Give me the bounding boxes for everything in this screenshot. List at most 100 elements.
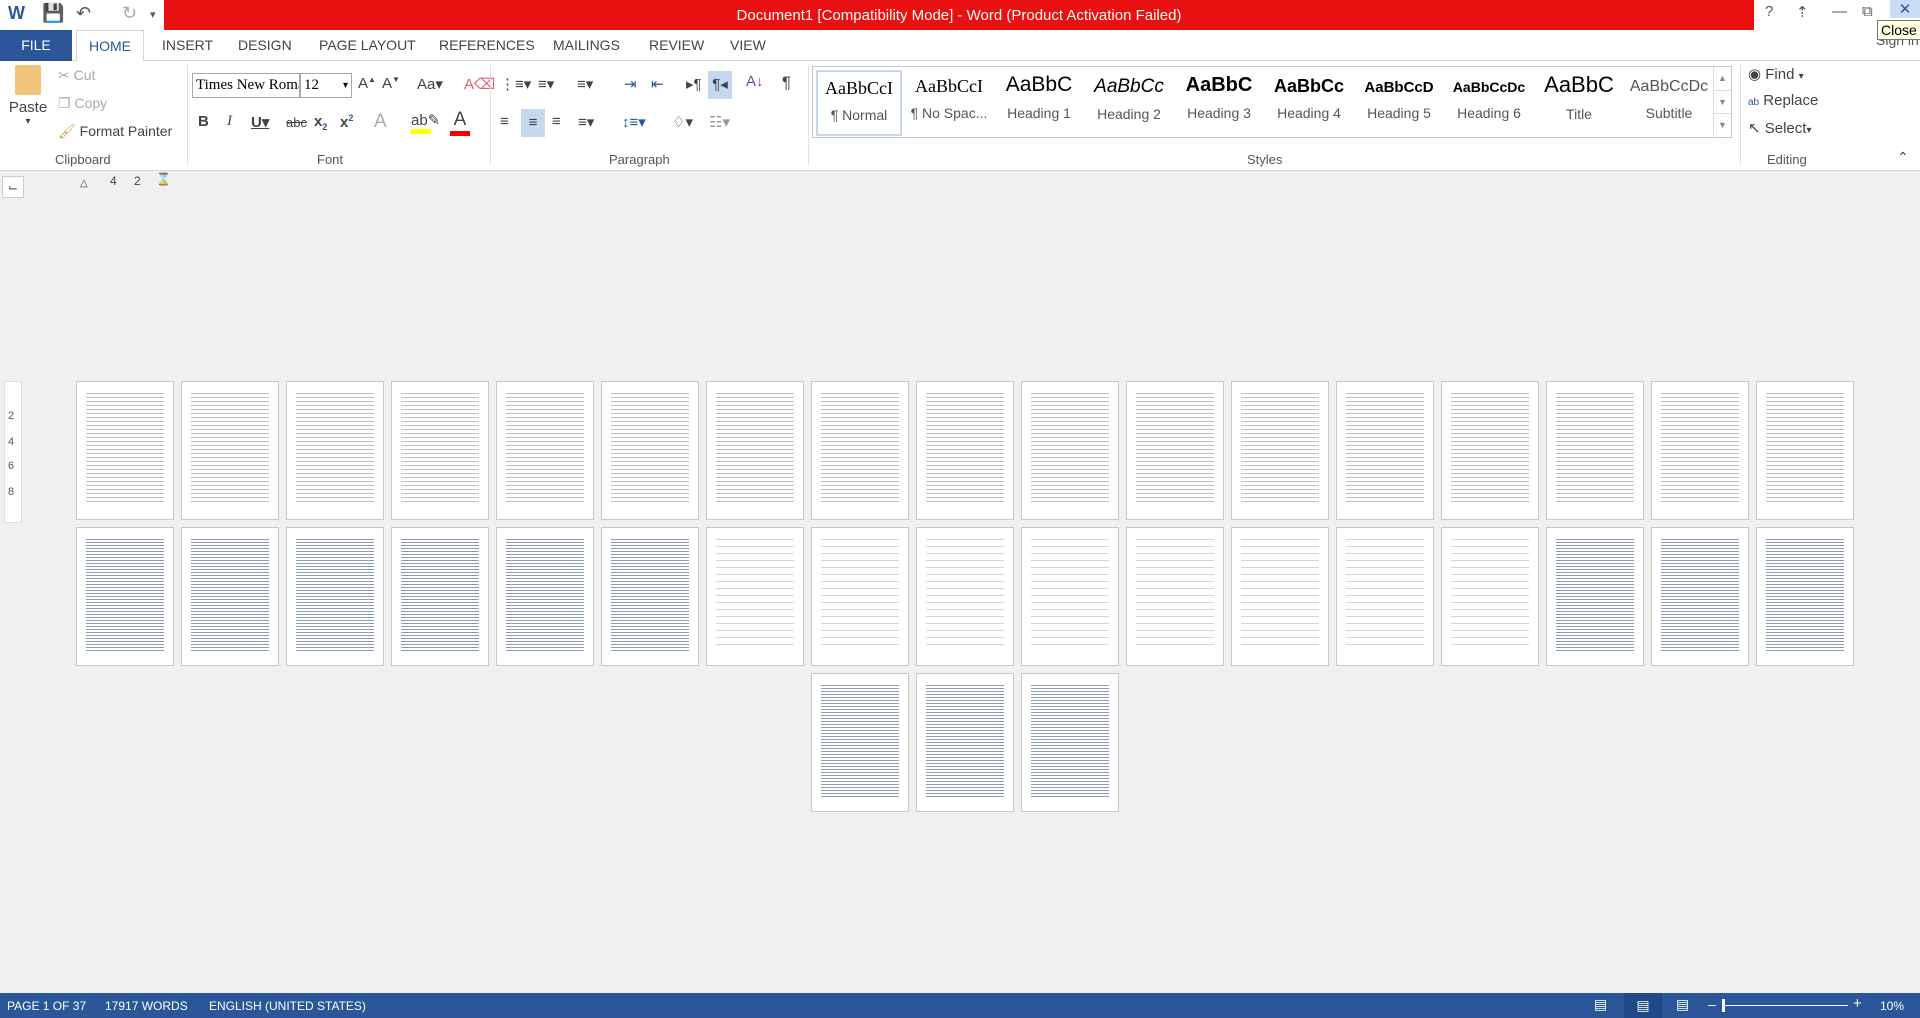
vertical-ruler[interactable]: 2 4 6 8 (4, 381, 22, 523)
copy-button[interactable]: ❐ Copy (58, 95, 107, 112)
text-effects-icon[interactable]: A (374, 111, 387, 133)
tab-view[interactable]: VIEW (718, 30, 778, 61)
page-thumbnail[interactable] (811, 381, 909, 520)
rtl-icon[interactable]: ¶◂ (708, 71, 732, 99)
page-thumbnail[interactable] (1021, 527, 1119, 666)
italic-button[interactable]: I (227, 113, 232, 130)
page-indicator[interactable]: PAGE 1 OF 37 (7, 999, 86, 1013)
page-thumbnail[interactable] (706, 381, 804, 520)
font-name-combo[interactable]: Times New Roman (192, 73, 300, 98)
multilevel-list-icon[interactable]: ≡▾ (577, 75, 593, 93)
page-thumbnail[interactable] (181, 527, 279, 666)
zoom-slider[interactable] (1722, 999, 1848, 1012)
page-thumbnail[interactable] (811, 527, 909, 666)
numbering-icon[interactable]: ≡▾ (538, 75, 554, 93)
page-thumbnail[interactable] (1756, 527, 1854, 666)
print-layout-icon[interactable]: ▤ (1624, 993, 1662, 1018)
page-thumbnail[interactable] (1651, 527, 1749, 666)
scroll-down-icon[interactable]: ▼ (1714, 90, 1731, 113)
page-thumbnail[interactable] (1021, 381, 1119, 520)
tab-review[interactable]: REVIEW (637, 30, 716, 61)
page-thumbnail[interactable] (1546, 527, 1644, 666)
page-thumbnail[interactable] (496, 527, 594, 666)
styles-scroll[interactable]: ▲ ▼ ▼ (1713, 67, 1731, 137)
format-painter-button[interactable]: 🖌 Format Painter (58, 123, 172, 140)
tab-insert[interactable]: INSERT (150, 30, 225, 61)
page-thumbnail[interactable] (1441, 527, 1539, 666)
language-indicator[interactable]: ENGLISH (UNITED STATES) (209, 999, 366, 1013)
line-spacing-icon[interactable]: ↕≡▾ (622, 113, 646, 131)
increase-indent-icon[interactable]: ⇤ (651, 75, 664, 93)
more-styles-icon[interactable]: ▼ (1714, 113, 1731, 136)
tab-references[interactable]: REFERENCES (427, 30, 547, 61)
find-button[interactable]: ◉ Find ▾ (1748, 65, 1804, 83)
left-indent-marker-icon[interactable]: △ (80, 178, 88, 189)
strikethrough-button[interactable]: abc (286, 115, 307, 130)
horizontal-ruler[interactable]: 4 2 ⌛ △ (70, 172, 171, 190)
style-heading-5[interactable]: AaBbCcD Heading 5 (1356, 70, 1442, 136)
undo-icon[interactable]: ↶ (76, 3, 91, 24)
indent-marker-icon[interactable]: ⌛ (156, 172, 171, 186)
shading-icon[interactable]: ♢▾ (672, 113, 693, 131)
tab-design[interactable]: DESIGN (226, 30, 304, 61)
page-thumbnail[interactable] (706, 527, 804, 666)
font-color-button[interactable]: A (450, 109, 470, 136)
paste-dropdown-icon[interactable]: ▾ (8, 116, 48, 127)
font-size-combo[interactable]: 12 ▾ (300, 73, 352, 98)
redo-icon[interactable]: ↻ (122, 3, 137, 24)
close-button[interactable]: ✕ (1890, 0, 1920, 18)
style-heading-4[interactable]: AaBbCc Heading 4 (1266, 70, 1352, 136)
save-icon[interactable]: 💾 (42, 3, 64, 24)
tab-home[interactable]: HOME (76, 30, 144, 62)
tab-file[interactable]: FILE (0, 30, 72, 61)
style-heading-2[interactable]: AaBbCc Heading 2 (1086, 70, 1172, 136)
minimize-button[interactable]: — (1832, 3, 1847, 20)
page-thumbnail[interactable] (1336, 381, 1434, 520)
web-layout-icon[interactable]: ▤ (1676, 996, 1689, 1013)
tab-selector[interactable]: ⌙ (2, 176, 24, 198)
zoom-slider-thumb[interactable] (1722, 999, 1725, 1012)
page-thumbnail[interactable] (1231, 527, 1329, 666)
page-thumbnail[interactable] (601, 381, 699, 520)
ribbon-display-options-icon[interactable]: ⇡ (1796, 3, 1809, 21)
subscript-button[interactable]: x2 (314, 113, 327, 132)
page-thumbnail[interactable] (601, 527, 699, 666)
tab-page-layout[interactable]: PAGE LAYOUT (307, 30, 428, 61)
justify-icon[interactable]: ≡▾ (578, 113, 594, 131)
zoom-out-button[interactable]: – (1708, 996, 1716, 1012)
align-center-icon[interactable]: ≡ (521, 109, 545, 137)
page-thumbnail[interactable] (1126, 527, 1224, 666)
restore-button[interactable]: ⧉ (1862, 3, 1873, 20)
cut-button[interactable]: ✂ Cut (58, 67, 95, 84)
show-formatting-marks-icon[interactable]: ¶ (782, 73, 791, 93)
zoom-level[interactable]: 10% (1880, 999, 1904, 1013)
align-left-icon[interactable]: ≡ (500, 113, 509, 130)
word-count[interactable]: 17917 WORDS (105, 999, 188, 1013)
page-thumbnail[interactable] (1021, 673, 1119, 812)
page-thumbnail[interactable] (391, 381, 489, 520)
sort-icon[interactable]: A↓ (746, 73, 764, 90)
page-thumbnail[interactable] (286, 527, 384, 666)
grow-font-icon[interactable]: A▲ (358, 75, 376, 92)
style-subtitle[interactable]: AaBbCcDc Subtitle (1626, 70, 1712, 136)
page-thumbnail[interactable] (76, 527, 174, 666)
bullets-icon[interactable]: ⋮≡▾ (500, 75, 531, 93)
superscript-button[interactable]: x2 (340, 113, 353, 131)
change-case-icon[interactable]: Aa▾ (417, 75, 443, 93)
page-thumbnail[interactable] (1651, 381, 1749, 520)
borders-icon[interactable]: ☷▾ (709, 113, 730, 131)
replace-button[interactable]: ab Replace (1748, 92, 1818, 109)
page-thumbnail[interactable] (76, 381, 174, 520)
zoom-in-button[interactable]: + (1853, 995, 1862, 1012)
page-thumbnail[interactable] (1441, 381, 1539, 520)
select-button[interactable]: ↖ Select▾ (1748, 119, 1811, 137)
page-thumbnail[interactable] (1756, 381, 1854, 520)
style-heading-1[interactable]: AaBbC Heading 1 (996, 70, 1082, 136)
underline-button[interactable]: U▾ (251, 113, 269, 131)
page-thumbnail[interactable] (286, 381, 384, 520)
tab-mailings[interactable]: MAILINGS (541, 30, 632, 61)
align-right-icon[interactable]: ≡ (552, 113, 561, 130)
highlight-button[interactable]: ab✎ (411, 111, 440, 134)
paste-button[interactable]: Paste ▾ (8, 65, 48, 127)
page-thumbnail[interactable] (391, 527, 489, 666)
